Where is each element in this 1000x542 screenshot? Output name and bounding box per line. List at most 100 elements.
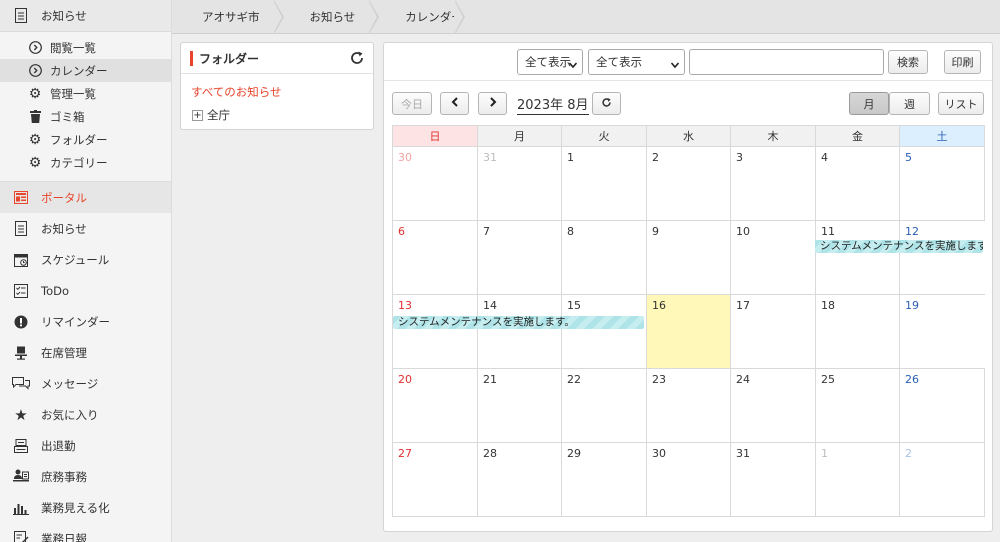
calendar-day-cell[interactable]: 9 [646, 221, 730, 295]
day-number: 1 [567, 151, 574, 164]
view-week-button[interactable]: 週 [889, 92, 930, 115]
sidebar-item-daily-report[interactable]: 業務日報 [0, 523, 171, 542]
calendar-day-cell[interactable]: 20 [392, 369, 477, 443]
calendar-day-cell-today[interactable]: 16 [646, 295, 730, 369]
chevron-left-icon [451, 97, 459, 110]
filter-select-1[interactable]: 全て表示 [517, 49, 583, 75]
search-button[interactable]: 検索 [888, 50, 928, 74]
calendar-day-cell[interactable]: 30 [646, 443, 730, 517]
calendar-day-cell[interactable]: 31 [730, 443, 815, 517]
desk-icon [12, 344, 30, 362]
calendar-day-cell[interactable]: 8 [561, 221, 646, 295]
calendar-day-cell[interactable]: 12 [899, 221, 985, 295]
breadcrumb-item[interactable]: お知らせ [282, 0, 380, 34]
day-number: 5 [905, 151, 912, 164]
sidebar-item-schedule[interactable]: スケジュール [0, 244, 171, 275]
calendar-day-cell[interactable]: 2 [899, 443, 985, 517]
breadcrumb-item[interactable]: アオサギ市 [172, 0, 283, 34]
calendar-panel: 全て表示 全て表示 検索 印刷 今日 2023年 8月 月 週 リスト 日 月 … [383, 42, 993, 532]
sidebar-item-label: お気に入り [41, 407, 99, 422]
calendar-day-cell[interactable]: 4 [815, 147, 899, 221]
calendar-day-cell[interactable]: 2 [646, 147, 730, 221]
sidebar-sub-item-admin-list[interactable]: ⚙ 管理一覧 [0, 82, 171, 105]
day-number: 21 [483, 373, 497, 386]
calendar-day-cell[interactable]: 26 [899, 369, 985, 443]
calendar-day-cell[interactable]: 3 [730, 147, 815, 221]
day-number: 16 [652, 299, 666, 312]
next-month-button[interactable] [478, 92, 507, 115]
calendar-day-cell[interactable]: 13 [392, 295, 477, 369]
sidebar-divider [0, 174, 171, 182]
refresh-icon[interactable] [349, 50, 365, 66]
calendar-day-cell[interactable]: 28 [477, 443, 561, 517]
calendar-day-cell[interactable]: 18 [815, 295, 899, 369]
all-notices-link[interactable]: すべてのお知らせ [181, 74, 373, 100]
calendar-day-cell[interactable]: 23 [646, 369, 730, 443]
calendar-day-cell[interactable]: 24 [730, 369, 815, 443]
calendar-day-cell[interactable]: 27 [392, 443, 477, 517]
prev-month-button[interactable] [440, 92, 469, 115]
view-list-button[interactable]: リスト [938, 92, 984, 115]
day-number: 31 [736, 447, 750, 460]
expand-icon[interactable]: + [192, 109, 203, 121]
calendar-day-cell[interactable]: 5 [899, 147, 985, 221]
sidebar-item-attendance[interactable]: 出退勤 [0, 430, 171, 461]
circle-chevron-icon [28, 41, 42, 55]
sidebar-sub-item-label: 閲覧一覧 [50, 40, 96, 55]
sidebar-item-portal[interactable]: ポータル [0, 182, 171, 213]
calendar-day-cell[interactable]: 22 [561, 369, 646, 443]
filter-select-2[interactable]: 全て表示 [588, 49, 685, 75]
sidebar-sub-item-folder[interactable]: ⚙ フォルダー [0, 128, 171, 151]
sidebar-item-presence[interactable]: 在席管理 [0, 337, 171, 368]
print-button[interactable]: 印刷 [944, 50, 981, 74]
sidebar-item-general-affairs[interactable]: 庶務事務 [0, 461, 171, 492]
reload-button[interactable] [592, 92, 621, 115]
sidebar-item-todo[interactable]: ToDo [0, 275, 171, 306]
sidebar-item-messages[interactable]: メッセージ [0, 368, 171, 399]
sidebar-sub-item-trash[interactable]: ゴミ箱 [0, 105, 171, 128]
day-number: 11 [821, 225, 835, 238]
sidebar-section-header[interactable]: お知らせ [0, 0, 171, 32]
sidebar-sub-item-label: カテゴリー [50, 155, 108, 170]
sidebar-sub-item-browse-list[interactable]: 閲覧一覧 [0, 36, 171, 59]
toolbar-divider [384, 80, 992, 81]
calendar-event[interactable]: システムメンテナンスを実施します。 [393, 316, 644, 329]
gear-icon: ⚙ [28, 131, 42, 148]
sidebar-item-notices[interactable]: お知らせ [0, 213, 171, 244]
today-button[interactable]: 今日 [392, 92, 432, 115]
current-month-label[interactable]: 2023年 8月 [517, 94, 589, 115]
view-month-button[interactable]: 月 [849, 92, 889, 115]
sidebar-item-label: 業務見える化 [41, 500, 110, 515]
sidebar-item-label: 在席管理 [41, 345, 87, 360]
calendar-day-cell[interactable]: 6 [392, 221, 477, 295]
clerk-icon [12, 468, 30, 486]
calendar-day-cell[interactable]: 15 [561, 295, 646, 369]
folder-tree-item[interactable]: + 全庁 [181, 100, 373, 123]
calendar-day-cell[interactable]: 30 [392, 147, 477, 221]
calendar-day-cell[interactable]: 31 [477, 147, 561, 221]
sidebar-sub-item-category[interactable]: ⚙ カテゴリー [0, 151, 171, 174]
day-number: 27 [398, 447, 412, 460]
calendar-day-cell[interactable]: 1 [561, 147, 646, 221]
sidebar-item-reminder[interactable]: リマインダー [0, 306, 171, 337]
folder-tree-label: 全庁 [207, 108, 230, 122]
calendar-day-cell[interactable]: 14 [477, 295, 561, 369]
calendar-day-cell[interactable]: 29 [561, 443, 646, 517]
sidebar-sub-item-calendar[interactable]: カレンダー [0, 59, 171, 82]
day-number: 13 [398, 299, 412, 312]
calendar-day-cell[interactable]: 11 [815, 221, 899, 295]
chevron-down-icon [568, 58, 578, 69]
sidebar-item-favorites[interactable]: ★ お気に入り [0, 399, 171, 430]
calendar-event[interactable]: システムメンテナンスを実施します。 [815, 240, 983, 253]
search-input[interactable] [689, 49, 884, 75]
calendar-day-cell[interactable]: 1 [815, 443, 899, 517]
calendar-day-cell[interactable]: 7 [477, 221, 561, 295]
sidebar-item-visualization[interactable]: 業務見える化 [0, 492, 171, 523]
calendar-day-cell[interactable]: 17 [730, 295, 815, 369]
calendar-day-cell[interactable]: 10 [730, 221, 815, 295]
calendar-day-cell[interactable]: 25 [815, 369, 899, 443]
day-number: 9 [652, 225, 659, 238]
calendar-day-cell[interactable]: 19 [899, 295, 985, 369]
calendar-day-cell[interactable]: 21 [477, 369, 561, 443]
filter-toolbar: 全て表示 全て表示 検索 印刷 [384, 47, 992, 75]
